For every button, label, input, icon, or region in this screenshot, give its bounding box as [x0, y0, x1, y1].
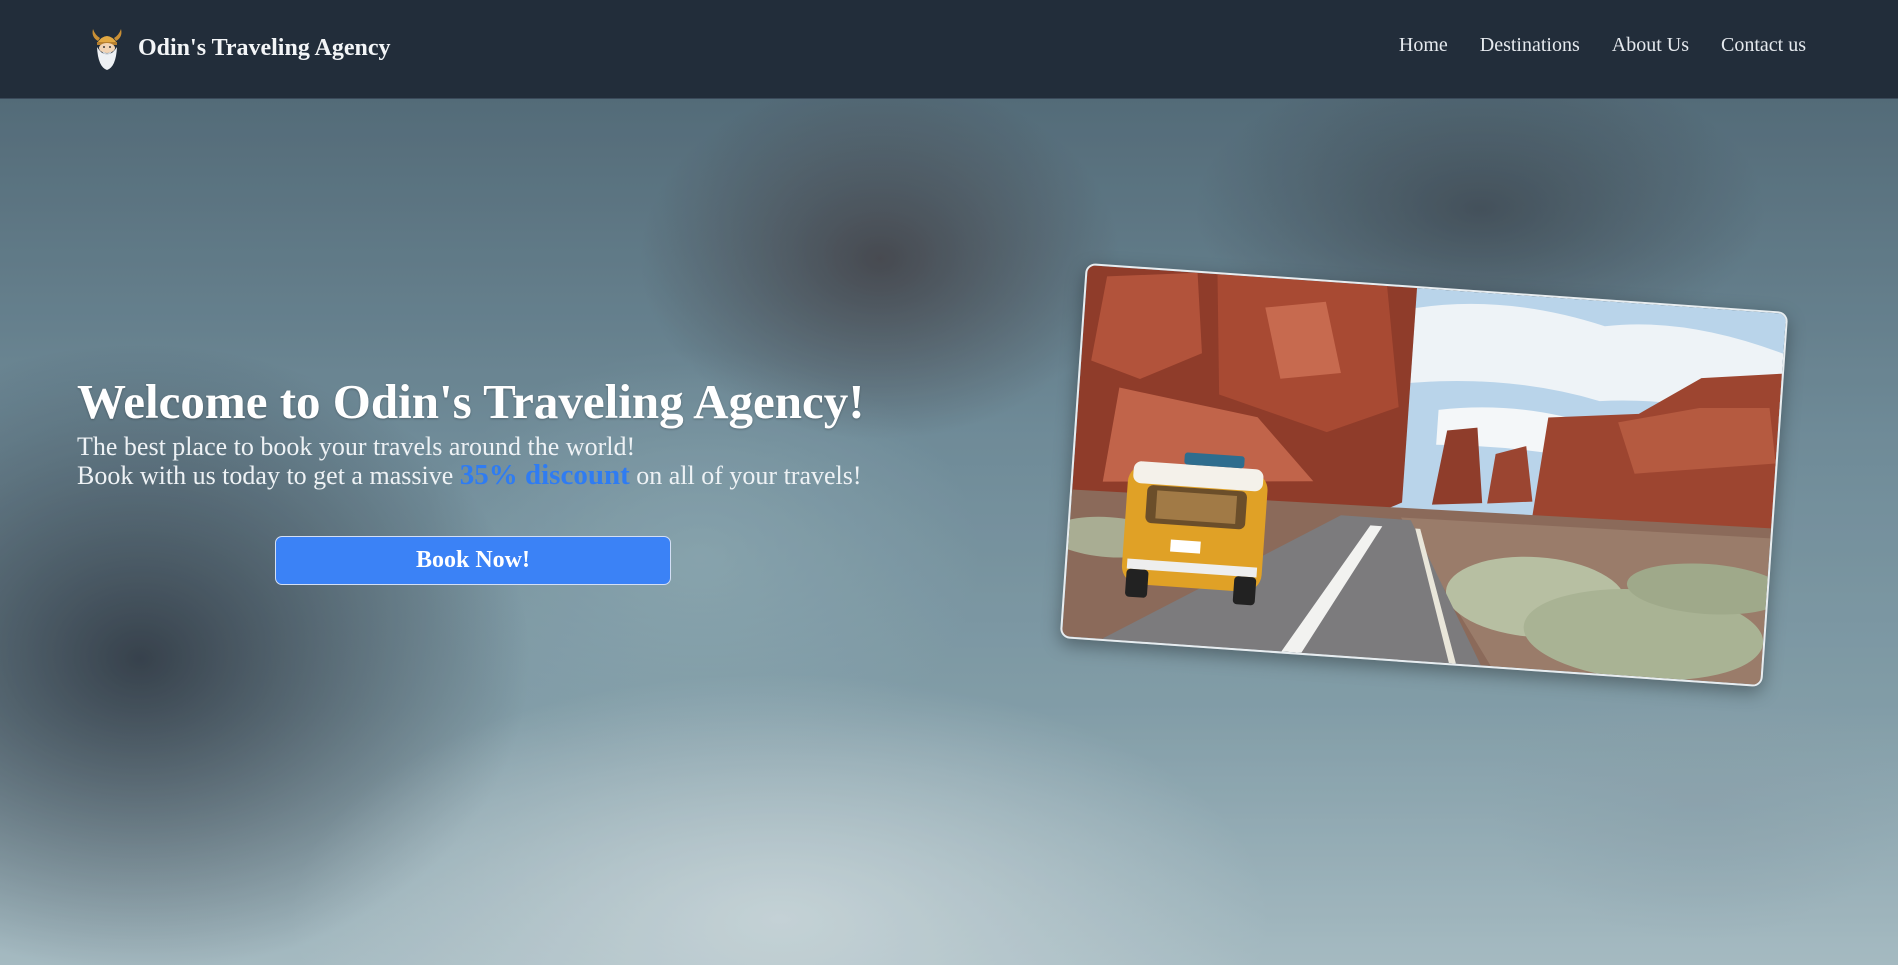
main-nav: Home Destinations About Us Contact us: [1399, 34, 1806, 57]
book-now-button[interactable]: Book Now!: [275, 536, 671, 585]
hero-offer-text: Book with us today to get a massive 35% …: [77, 459, 870, 491]
desert-road-van-photo: [1061, 265, 1787, 685]
hero-photo: [1059, 262, 1789, 688]
offer-prefix: Book with us today to get a massive: [77, 461, 454, 490]
viking-head-icon: [92, 29, 122, 70]
offer-suffix: on all of your travels!: [636, 461, 862, 490]
hero-text-block: Welcome to Odin's Traveling Agency! The …: [77, 374, 870, 490]
navbar: Odin's Traveling Agency Home Destination…: [0, 0, 1898, 99]
nav-about-us-link[interactable]: About Us: [1612, 34, 1689, 57]
brand-link[interactable]: Odin's Traveling Agency: [88, 22, 390, 74]
nav-home-link[interactable]: Home: [1399, 34, 1448, 57]
hero-subtitle: The best place to book your travels arou…: [77, 432, 636, 461]
brand-name: Odin's Traveling Agency: [138, 34, 391, 61]
nav-contact-us-link[interactable]: Contact us: [1721, 34, 1806, 57]
page: Odin's Traveling Agency Home Destination…: [0, 0, 1898, 965]
discount-highlight: 35% discount: [459, 459, 630, 491]
nav-destinations-link[interactable]: Destinations: [1480, 34, 1580, 57]
hero-title: Welcome to Odin's Traveling Agency!: [77, 374, 865, 429]
